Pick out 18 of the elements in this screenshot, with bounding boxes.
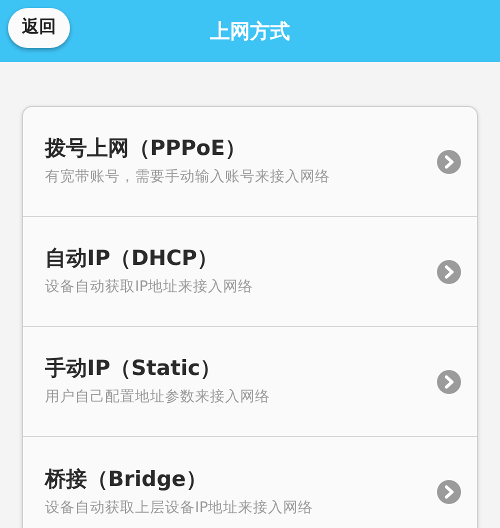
page-title: 上网方式 (210, 21, 290, 41)
option-title: 自动IP（DHCP） (45, 246, 220, 272)
option-title: 手动IP（Static） (45, 356, 222, 382)
option-description: 设备自动获取IP地址来接入网络 (45, 279, 254, 297)
chevron-right-icon (437, 150, 461, 174)
option-row[interactable]: 手动IP（Static） 用户自己配置地址参数来接入网络 (23, 327, 477, 437)
option-title: 拨号上网（PPPoE） (45, 136, 247, 162)
option-title: 桥接（Bridge） (45, 466, 208, 492)
chevron-right-icon (437, 370, 461, 394)
chevron-right-icon (437, 260, 461, 284)
option-row[interactable]: 拨号上网（PPPoE） 有宽带账号，需要手动输入账号来接入网络 (23, 107, 477, 217)
option-row[interactable]: 桥接（Bridge） 设备自动获取上层设备IP地址来接入网络 (23, 437, 477, 528)
option-description: 设备自动获取上层设备IP地址来接入网络 (45, 500, 314, 518)
chevron-right-icon (437, 480, 461, 504)
option-description: 有宽带账号，需要手动输入账号来接入网络 (45, 169, 331, 187)
back-button[interactable]: 返回 (8, 8, 70, 48)
option-description: 用户自己配置地址参数来接入网络 (45, 389, 271, 407)
option-row[interactable]: 自动IP（DHCP） 设备自动获取IP地址来接入网络 (23, 217, 477, 327)
